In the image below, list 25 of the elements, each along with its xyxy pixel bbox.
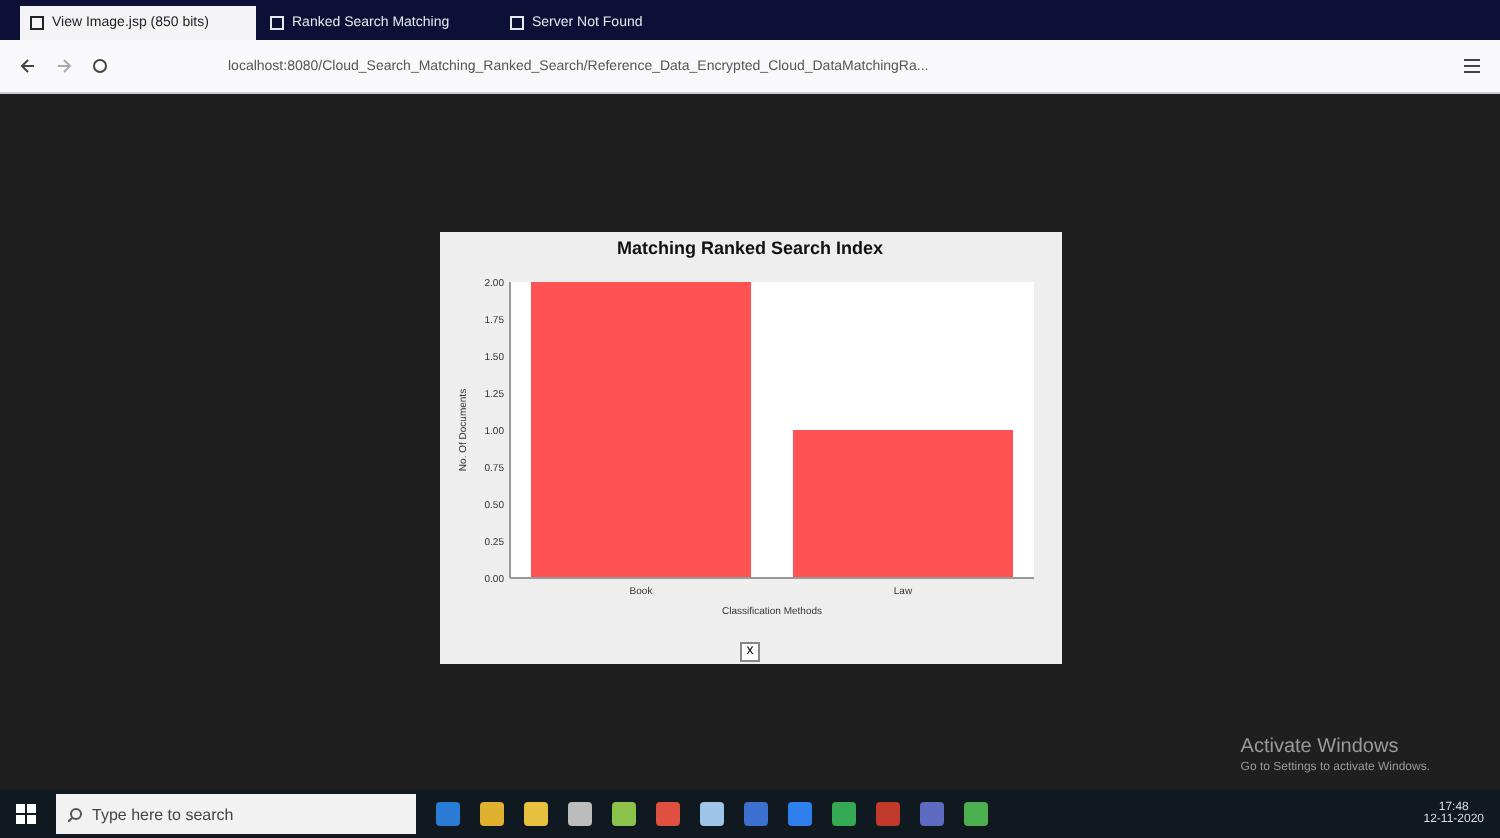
windows-icon[interactable]: [16, 804, 36, 824]
taskbar-app-icon[interactable]: [744, 802, 768, 826]
search-icon: [68, 807, 82, 821]
taskbar-app-icon[interactable]: [920, 802, 944, 826]
activation-title: Activate Windows: [1240, 736, 1401, 758]
page-icon: [510, 16, 524, 30]
chart-title: Matching Ranked Search Index: [616, 238, 884, 258]
taskbar-app-icon[interactable]: [480, 802, 504, 826]
taskbar-app-icon[interactable]: [656, 802, 680, 826]
page-icon: [270, 16, 284, 30]
taskbar-app-icon[interactable]: [612, 802, 636, 826]
taskbar-search-field[interactable]: Type here to search: [56, 794, 416, 834]
page-icon: [30, 16, 44, 30]
taskbar-app-icon[interactable]: [524, 802, 548, 826]
taskbar-app-icon[interactable]: [788, 802, 812, 826]
reload-icon[interactable]: [92, 58, 108, 74]
menu-icon[interactable]: [1464, 58, 1480, 74]
taskbar-app-icon[interactable]: [964, 802, 988, 826]
back-icon[interactable]: [20, 58, 36, 74]
forward-icon[interactable]: [56, 58, 72, 74]
taskbar-app-icon[interactable]: [832, 802, 856, 826]
taskbar-app-icon[interactable]: [700, 802, 724, 826]
taskbar-app-icon[interactable]: [876, 802, 900, 826]
taskbar-app-icon[interactable]: [436, 802, 460, 826]
taskbar-app-icon[interactable]: [568, 802, 592, 826]
